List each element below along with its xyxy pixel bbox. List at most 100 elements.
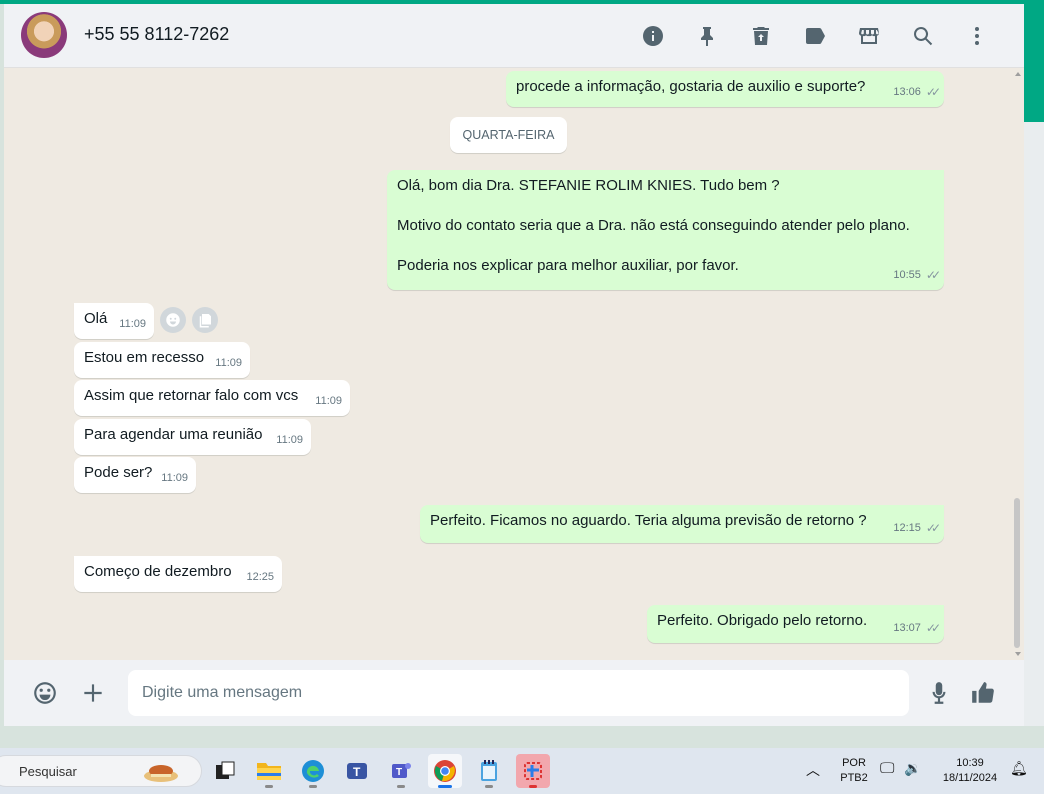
message-list[interactable]: procede a informação, gostaria de auxili… (4, 68, 1024, 660)
message-input[interactable] (128, 670, 909, 716)
message-bubble-incoming[interactable]: Estou em recesso 11:09 (74, 342, 250, 378)
input-language-indicator[interactable]: POR PTB2 (836, 757, 872, 784)
show-hidden-icons-button[interactable]: ︿ (806, 760, 820, 780)
teams-icon: T (392, 763, 411, 778)
emoji-button[interactable] (30, 678, 60, 708)
app-running-indicator (485, 785, 493, 788)
app-running-indicator (438, 785, 452, 788)
message-time: 13:06 (893, 86, 921, 98)
read-receipt-icon: ✓✓ (925, 521, 941, 535)
taskbar-search-label: Pesquisar (19, 764, 77, 779)
message-meta: 13:06 ✓✓ (893, 82, 941, 102)
catalog-icon[interactable] (842, 20, 896, 52)
message-meta: 11:09 (161, 468, 188, 488)
forward-message-button[interactable] (192, 307, 218, 333)
taskbar-app-teams[interactable]: T (384, 754, 418, 788)
message-meta: 11:09 (315, 391, 342, 411)
task-view-icon (216, 761, 235, 779)
scroll-up-icon[interactable] (1015, 72, 1021, 76)
message-bubble-outgoing[interactable]: Perfeito. Obrigado pelo retorno. 13:07 ✓… (647, 605, 944, 643)
label-icon[interactable] (788, 20, 842, 52)
taskbar-app-file-explorer[interactable] (252, 754, 286, 788)
message-bubble-incoming[interactable]: Pode ser? 11:09 (74, 457, 196, 493)
notification-bell-icon[interactable]: 🔔︎ (1010, 760, 1028, 777)
message-bubble-incoming[interactable]: Para agendar uma reunião 11:09 (74, 419, 311, 455)
message-bubble-outgoing[interactable]: procede a informação, gostaria de auxili… (506, 71, 944, 107)
message-bubble-incoming[interactable]: Olá 11:09 (74, 303, 154, 339)
message-composer (4, 660, 1024, 726)
read-receipt-icon: ✓✓ (925, 268, 941, 282)
app-running-indicator (397, 785, 405, 788)
message-meta: 10:55 ✓✓ (893, 265, 941, 285)
attach-button[interactable] (78, 678, 108, 708)
clock-time: 10:39 (956, 757, 984, 769)
message-paragraph: Poderia nos explicar para melhor auxilia… (397, 257, 739, 274)
chrome-icon (434, 760, 456, 782)
message-time: 12:25 (246, 571, 274, 583)
task-view-button[interactable] (208, 754, 242, 788)
taskbar-clock[interactable]: 10:39 18/11/2024 (934, 757, 1006, 784)
taskbar-app-chrome[interactable] (428, 754, 462, 788)
snipping-tool-icon (524, 762, 542, 780)
message-meta: 12:15 ✓✓ (893, 518, 941, 538)
message-text: Assim que retornar falo com vcs (84, 387, 299, 404)
search-highlight-icon (144, 765, 178, 782)
contact-name[interactable]: +55 55 8112-7262 (84, 24, 229, 45)
app-running-indicator (265, 785, 273, 788)
message-text: Começo de dezembro (84, 563, 232, 580)
taskbar-app-notepad[interactable] (472, 754, 506, 788)
read-receipt-icon: ✓✓ (925, 85, 941, 99)
message-time: 13:07 (893, 622, 921, 634)
app-running-indicator (529, 785, 537, 788)
info-icon[interactable] (626, 20, 680, 52)
header-actions (626, 20, 1004, 52)
message-time: 11:09 (315, 395, 342, 407)
contact-avatar[interactable] (21, 12, 67, 58)
message-text: Pode ser? (84, 464, 153, 481)
scrollbar-thumb[interactable] (1014, 498, 1020, 648)
taskbar-app-teams-personal[interactable]: T (340, 754, 374, 788)
like-button[interactable] (968, 678, 998, 708)
thumbs-up-icon (972, 682, 994, 703)
message-bubble-incoming[interactable]: Começo de dezembro 12:25 (74, 556, 282, 592)
input-language: POR (842, 757, 866, 769)
delete-icon[interactable] (734, 20, 788, 52)
taskbar-app-edge[interactable] (296, 754, 330, 788)
taskbar-app-snipping-tool[interactable] (516, 754, 550, 788)
svg-text:T: T (396, 767, 402, 778)
read-receipt-icon: ✓✓ (925, 621, 941, 635)
message-meta: 11:09 (276, 430, 303, 450)
message-text: Estou em recesso (84, 349, 205, 366)
date-separator: QUARTA-FEIRA (450, 117, 567, 153)
message-text: Para agendar uma reunião (84, 426, 263, 443)
network-icon[interactable]: 🖵 (880, 760, 894, 777)
svg-text:T: T (353, 765, 361, 779)
menu-icon[interactable] (950, 20, 1004, 52)
message-bubble-outgoing[interactable]: Olá, bom dia Dra. STEFANIE ROLIM KNIES. … (387, 170, 944, 290)
message-time: 10:55 (893, 269, 921, 281)
volume-icon[interactable]: 🔉 (904, 760, 921, 777)
search-icon[interactable] (896, 20, 950, 52)
taskbar-search[interactable]: ⚲ Pesquisar (0, 755, 202, 787)
message-time: 11:09 (119, 318, 146, 330)
message-time: 11:09 (276, 434, 303, 446)
message-time: 12:15 (893, 522, 921, 534)
message-text: Perfeito. Ficamos no aguardo. Teria algu… (430, 512, 867, 529)
message-text: Olá (84, 310, 108, 327)
emoji-reaction-button[interactable] (160, 307, 186, 333)
pin-icon[interactable] (680, 20, 734, 52)
message-paragraph: Olá, bom dia Dra. STEFANIE ROLIM KNIES. … (397, 177, 780, 194)
message-bubble-outgoing[interactable]: Perfeito. Ficamos no aguardo. Teria algu… (420, 505, 944, 543)
message-meta: 12:25 (246, 567, 274, 587)
voice-message-button[interactable] (924, 678, 954, 708)
message-time: 11:09 (161, 472, 188, 484)
message-meta: 13:07 ✓✓ (893, 618, 941, 638)
scroll-down-icon[interactable] (1015, 652, 1021, 656)
emoji-icon (34, 682, 56, 704)
keyboard-layout: PTB2 (840, 772, 868, 784)
message-time: 11:09 (215, 357, 242, 369)
emoji-icon (166, 313, 180, 327)
message-bubble-incoming[interactable]: Assim que retornar falo com vcs 11:09 (74, 380, 350, 416)
teams-icon: T (347, 763, 367, 779)
chat-window: +55 55 8112-7262 procede a informação, g… (4, 4, 1024, 726)
